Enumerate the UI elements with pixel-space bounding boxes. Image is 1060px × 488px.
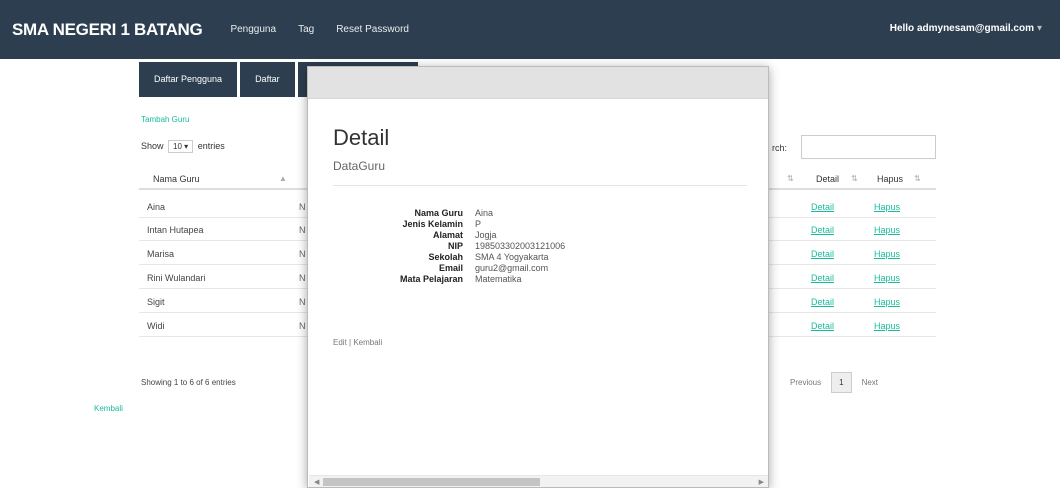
field-label: NIP [447, 241, 463, 251]
tab-daftar-pengguna[interactable]: Daftar Pengguna [139, 62, 238, 97]
detail-row: Nama Guru Aina [333, 208, 633, 219]
add-teacher-link[interactable]: Tambah Guru [141, 115, 189, 124]
field-label: Email [438, 263, 463, 273]
edit-link[interactable]: Edit [333, 338, 347, 347]
field-value: SMA 4 Yogyakarta [475, 252, 549, 262]
detail-link[interactable]: Detail [811, 297, 834, 307]
tab-daftar[interactable]: Daftar [240, 62, 295, 97]
row-name: Widi [147, 321, 165, 331]
field-value: P [475, 219, 482, 229]
detail-link[interactable]: Detail [811, 202, 834, 212]
entries-value: 10 [173, 142, 182, 151]
search-control: rch: [772, 135, 936, 159]
navbar: SMA NEGERI 1 BATANG Pengguna Tag Reset P… [0, 0, 1060, 59]
field-value: Aina [475, 208, 494, 218]
divider [333, 185, 747, 186]
detail-row: Sekolah SMA 4 Yogyakarta [333, 252, 633, 263]
field-label: Jenis Kelamin [402, 219, 463, 229]
detail-link[interactable]: Detail [811, 321, 834, 331]
back-link[interactable]: Kembali [94, 404, 123, 413]
nav-link-reset-password[interactable]: Reset Password [336, 24, 409, 35]
next-button[interactable]: Next [862, 378, 878, 387]
modal-actions: Edit | Kembali [333, 338, 382, 347]
action-separator: | [349, 338, 352, 347]
sort-icon: ⇅ [914, 174, 921, 183]
delete-link[interactable]: Hapus [874, 249, 900, 259]
field-label: Alamat [432, 230, 463, 240]
scroll-left-icon[interactable]: ◀ [314, 478, 319, 486]
modal-header [308, 67, 768, 99]
field-value: Matematika [475, 274, 522, 284]
brand[interactable]: SMA NEGERI 1 BATANG [12, 20, 203, 40]
row-cell: N [299, 297, 306, 307]
detail-link[interactable]: Detail [811, 225, 834, 235]
row-cell: N [299, 249, 306, 259]
teacher-details: Nama Guru Aina Jenis Kelamin P Alamat Jogja… [333, 208, 633, 285]
field-value: Jogja [475, 230, 497, 240]
sort-icon: ⇅ [851, 174, 858, 183]
detail-row: Email guru2@gmail.com [333, 263, 633, 274]
show-label: Show [141, 141, 164, 151]
row-cell: N [299, 321, 306, 331]
sort-icon: ▲ [279, 174, 287, 183]
chevron-down-icon: ▾ [1036, 23, 1042, 34]
modal-title: Detail [333, 125, 390, 150]
detail-link[interactable]: Detail [811, 273, 834, 283]
delete-link[interactable]: Hapus [874, 297, 900, 307]
detail-link[interactable]: Detail [811, 249, 834, 259]
field-label: Mata Pelajaran [399, 274, 463, 284]
row-name: Sigit [147, 297, 165, 307]
pagination: Previous 1 Next [790, 372, 878, 393]
entries-length-control: Show 10 ▾ entries [141, 140, 225, 153]
sort-icon: ⇅ [787, 174, 794, 183]
row-name: Marisa [147, 249, 175, 259]
search-label: rch: [772, 143, 788, 153]
row-name: Intan Hutapea [147, 225, 204, 235]
delete-link[interactable]: Hapus [874, 202, 900, 212]
delete-link[interactable]: Hapus [874, 225, 900, 235]
row-cell: N [299, 273, 306, 283]
search-input[interactable] [801, 135, 936, 159]
modal-back-link[interactable]: Kembali [353, 338, 382, 347]
row-name: Aina [147, 202, 166, 212]
detail-row: Jenis Kelamin P [333, 219, 633, 230]
column-header-detail[interactable]: Detail [816, 174, 839, 184]
column-header-name[interactable]: Nama Guru [153, 174, 200, 184]
scroll-right-icon[interactable]: ▶ [759, 478, 764, 486]
detail-row: Mata Pelajaran Matematika [333, 274, 633, 285]
row-name: Rini Wulandari [147, 273, 206, 283]
column-header-hapus[interactable]: Hapus [877, 174, 903, 184]
row-cell: N [299, 225, 306, 235]
horizontal-scrollbar[interactable]: ◀ ▶ [309, 475, 768, 487]
nav-link-tag[interactable]: Tag [298, 24, 314, 35]
previous-button[interactable]: Previous [790, 378, 821, 387]
user-menu[interactable]: Hello admynesam@gmail.com ▾ [890, 23, 1042, 34]
field-label: Nama Guru [414, 208, 463, 218]
field-label: Sekolah [428, 252, 463, 262]
detail-modal: Detail DataGuru Nama Guru Aina Jenis Kela… [307, 66, 769, 488]
row-cell: N [299, 202, 306, 212]
modal-subtitle: DataGuru [333, 159, 386, 173]
field-value: guru2@gmail.com [475, 263, 549, 273]
delete-link[interactable]: Hapus [874, 273, 900, 283]
entries-select[interactable]: 10 ▾ [168, 140, 194, 153]
scrollbar-thumb[interactable] [323, 478, 540, 486]
table-info: Showing 1 to 6 of 6 entries [141, 378, 236, 387]
detail-row: Alamat Jogja [333, 230, 633, 241]
entries-label: entries [197, 141, 225, 151]
column-header-name-label: Nama Guru [153, 174, 200, 184]
user-email: Hello admynesam@gmail.com [889, 23, 1034, 34]
field-value: 198503302003121006 [475, 241, 566, 251]
page-1-button[interactable]: 1 [831, 372, 852, 393]
delete-link[interactable]: Hapus [874, 321, 900, 331]
nav-link-pengguna[interactable]: Pengguna [230, 24, 276, 35]
detail-row: NIP 198503302003121006 [333, 241, 633, 252]
